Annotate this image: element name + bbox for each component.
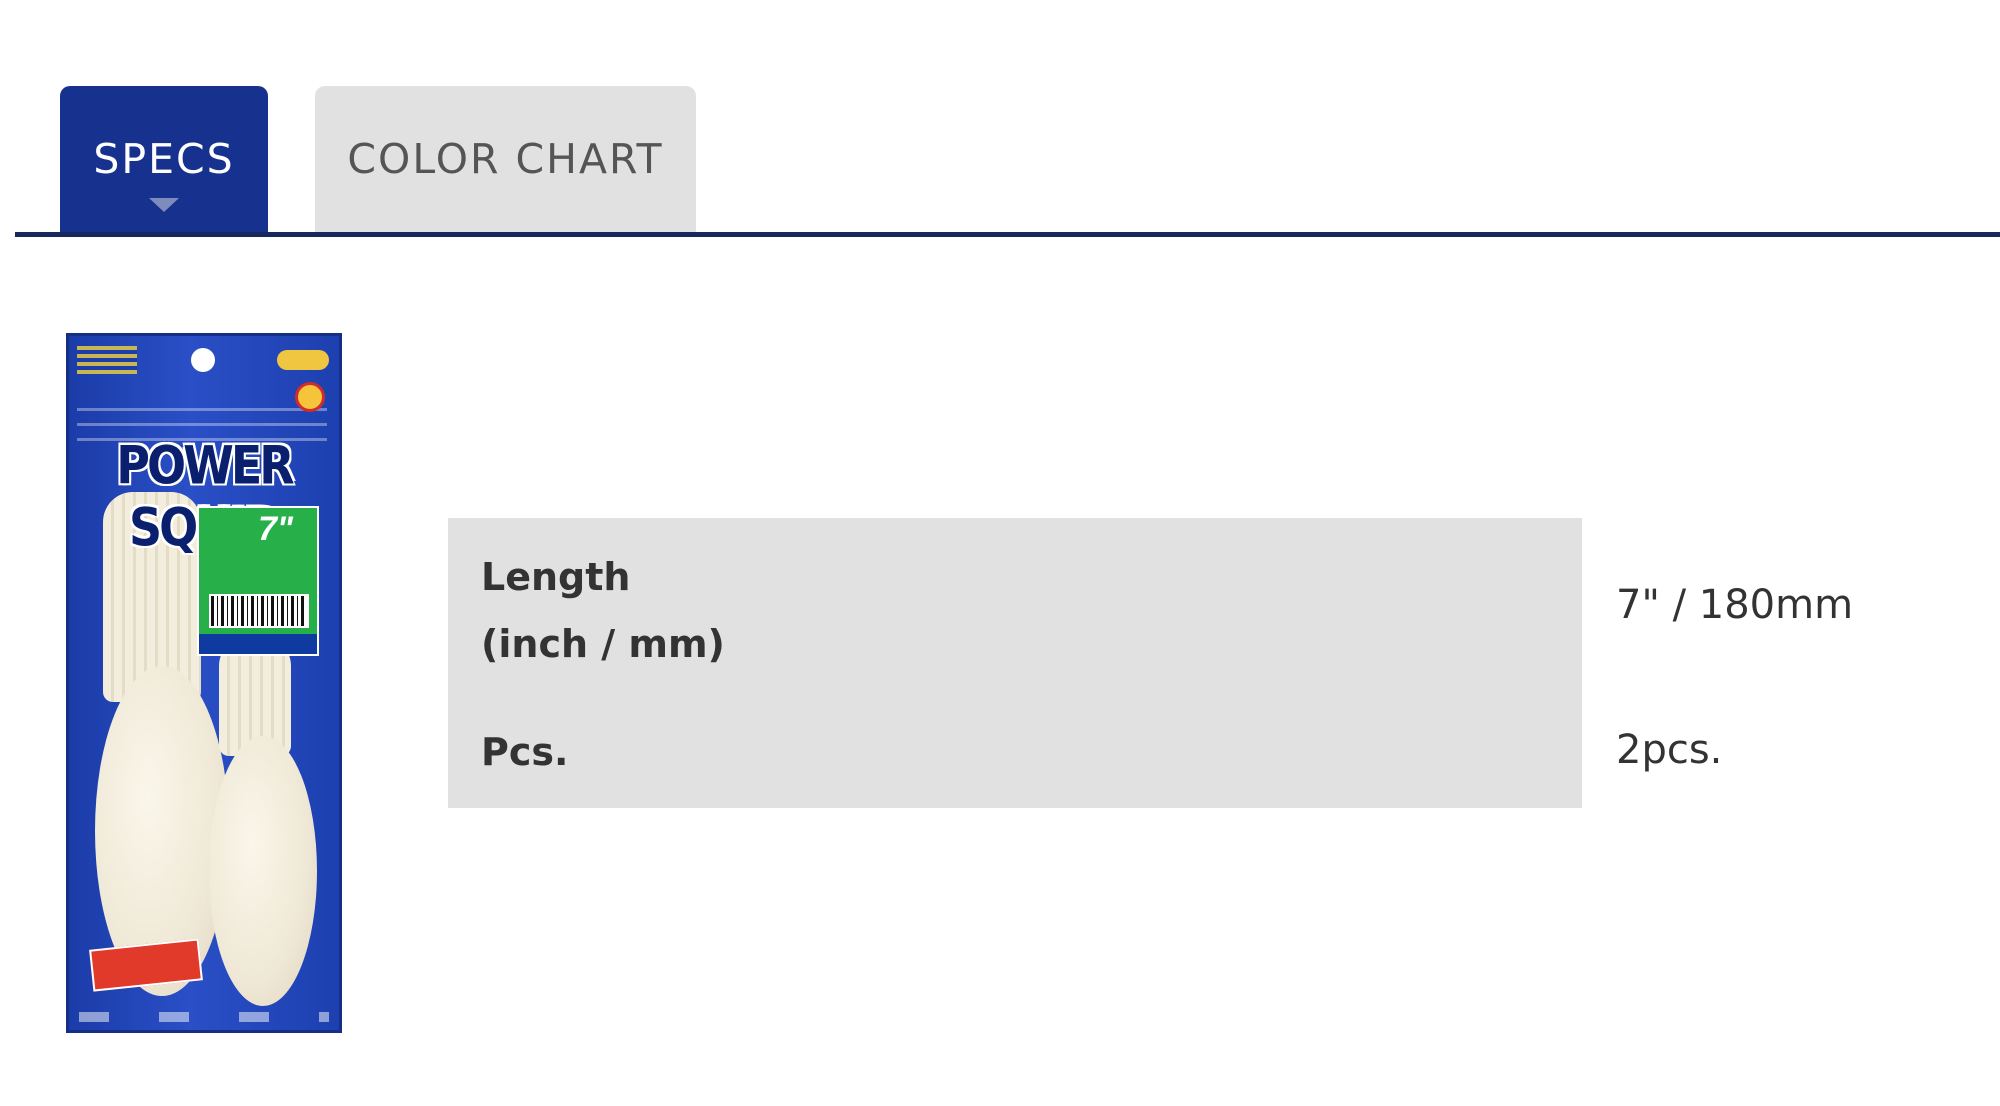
product-details-page: SPECS COLOR CHART POWER SQUID 7" Length … xyxy=(0,0,2000,1106)
tab-color-chart[interactable]: COLOR CHART xyxy=(315,86,696,232)
tab-color-chart-label: COLOR CHART xyxy=(347,135,664,183)
squid-body-right xyxy=(209,736,317,1006)
package-hang-hole xyxy=(191,348,215,372)
spec-label-length-line2: (inch / mm) xyxy=(481,622,725,666)
tab-specs-label: SPECS xyxy=(93,135,235,183)
caret-down-icon xyxy=(149,198,179,212)
spec-label-pcs: Pcs. xyxy=(481,730,569,774)
tab-specs[interactable]: SPECS xyxy=(60,86,268,232)
product-package-image: POWER SQUID 7" xyxy=(66,333,342,1033)
package-top-strip xyxy=(77,346,137,374)
spec-label-length: Length (inch / mm) xyxy=(481,544,981,678)
spec-value-pcs: 2pcs. xyxy=(1616,727,1723,773)
package-brand-logo xyxy=(277,350,329,370)
package-bottom-strip xyxy=(79,1012,329,1022)
spec-label-length-line1: Length xyxy=(481,555,631,599)
tab-divider xyxy=(15,232,2000,237)
spec-value-length: 7" / 180mm xyxy=(1616,582,1854,628)
package-label-footer xyxy=(199,634,317,654)
package-label: 7" xyxy=(197,506,319,656)
barcode-icon xyxy=(209,594,309,628)
package-medal-icon xyxy=(295,382,325,412)
package-size: 7" xyxy=(257,510,293,548)
